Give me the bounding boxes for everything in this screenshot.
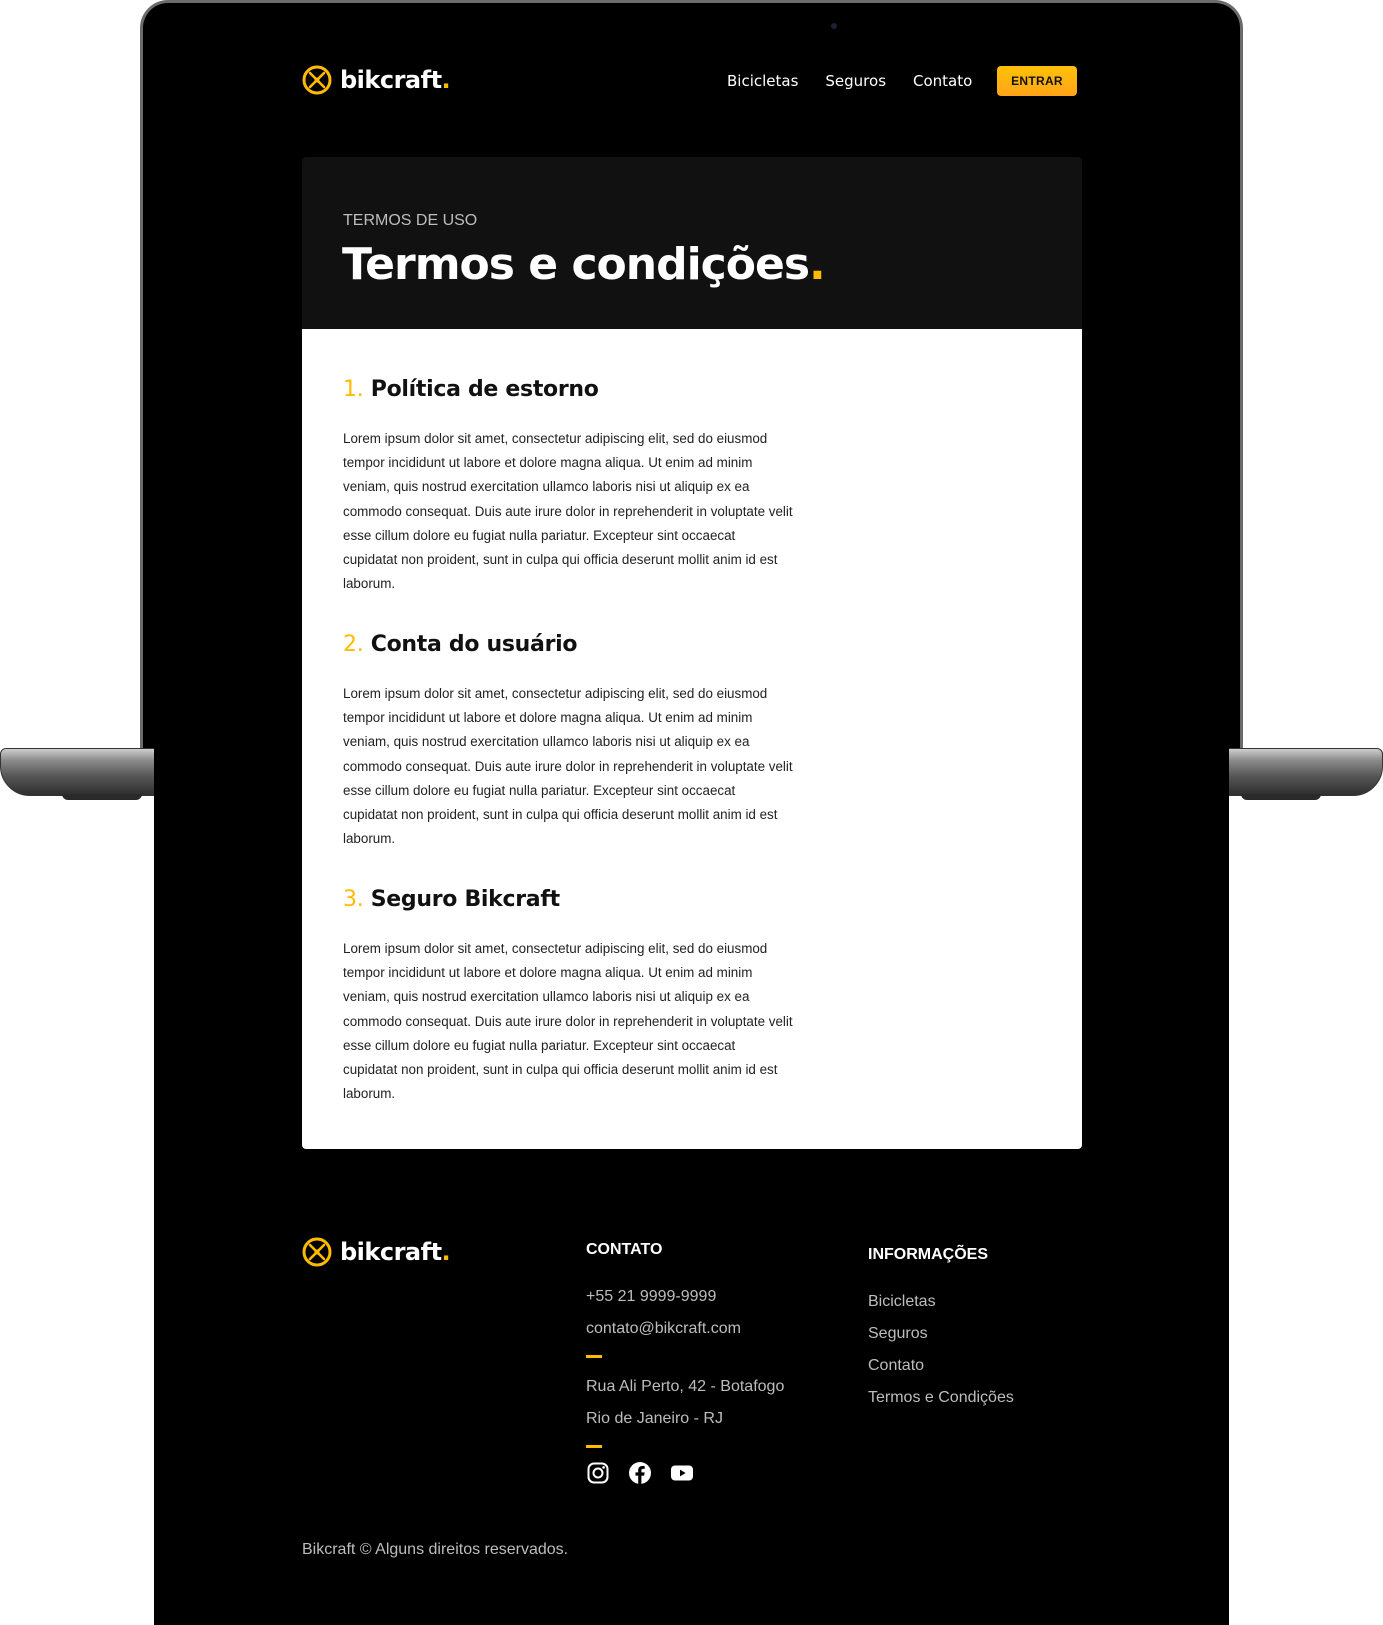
nav-link-seguros[interactable]: Seguros xyxy=(825,72,886,90)
section-body: Lorem ipsum dolor sit amet, consectetur … xyxy=(343,941,793,1102)
website-screen: bikcraft. Bicicletas Seguros Contato ENT… xyxy=(154,40,1229,1625)
footer-link-termos[interactable]: Termos e Condições xyxy=(868,1382,1088,1414)
logo-wordmark: bikcraft. xyxy=(340,1238,451,1266)
info-heading: INFORMAÇÕES xyxy=(868,1246,988,1263)
section-number: 2. xyxy=(343,632,364,657)
address-line-2: Rio de Janeiro - RJ xyxy=(586,1410,723,1427)
camera-dot xyxy=(831,23,837,29)
bike-wheel-logo-icon xyxy=(302,65,332,95)
page-eyebrow: TERMOS DE USO xyxy=(343,212,478,229)
section-number: 3. xyxy=(343,887,364,912)
bike-wheel-logo-icon xyxy=(302,1237,332,1267)
accent-divider xyxy=(586,1445,602,1448)
enter-button[interactable]: ENTRAR xyxy=(997,66,1077,96)
instagram-link[interactable] xyxy=(586,1461,610,1485)
title-banner: TERMOS DE USO Termos e condições. xyxy=(302,157,1082,329)
facebook-link[interactable] xyxy=(628,1461,652,1485)
youtube-icon xyxy=(671,1465,693,1481)
facebook-icon xyxy=(629,1462,651,1484)
main-nav: Bicicletas Seguros Contato xyxy=(727,72,972,90)
section-heading: 1. Política de estorno xyxy=(343,377,599,402)
site-header: bikcraft. Bicicletas Seguros Contato ENT… xyxy=(302,65,1082,97)
laptop-base-right xyxy=(1223,748,1383,796)
nav-link-contato[interactable]: Contato xyxy=(913,72,972,90)
laptop-base-left xyxy=(0,748,160,796)
youtube-link[interactable] xyxy=(670,1461,694,1485)
section-body: Lorem ipsum dolor sit amet, consectetur … xyxy=(343,431,793,592)
footer-info-column: INFORMAÇÕES Bicicletas Seguros Contato T… xyxy=(868,1246,1088,1414)
footer-link-contato[interactable]: Contato xyxy=(868,1350,1088,1382)
terms-section: 2. Conta do usuário Lorem ipsum dolor si… xyxy=(343,632,803,851)
address-line-1: Rua Ali Perto, 42 - Botafogo xyxy=(586,1378,785,1395)
section-number: 1. xyxy=(343,377,364,402)
page-title: Termos e condições. xyxy=(342,239,826,290)
copyright-text: Bikcraft © Alguns direitos reservados. xyxy=(302,1541,569,1558)
logo-wordmark: bikcraft. xyxy=(340,66,451,94)
header-logo[interactable]: bikcraft. xyxy=(302,65,451,95)
terms-content: 1. Política de estorno Lorem ipsum dolor… xyxy=(302,329,1082,1149)
laptop-foot-right xyxy=(1241,794,1321,800)
nav-link-bicicletas[interactable]: Bicicletas xyxy=(727,72,798,90)
accent-divider xyxy=(586,1355,602,1358)
footer-contact-column: CONTATO +55 21 9999-9999 contato@bikcraf… xyxy=(586,1241,846,1485)
laptop-foot-left xyxy=(62,794,142,800)
social-links xyxy=(586,1461,846,1485)
section-heading: 2. Conta do usuário xyxy=(343,632,578,657)
contact-email[interactable]: contato@bikcraft.com xyxy=(586,1313,846,1345)
terms-section: 1. Política de estorno Lorem ipsum dolor… xyxy=(343,377,803,596)
instagram-icon xyxy=(587,1462,609,1484)
footer-link-bicicletas[interactable]: Bicicletas xyxy=(868,1286,1088,1318)
section-heading: 3. Seguro Bikcraft xyxy=(343,887,560,912)
terms-section: 3. Seguro Bikcraft Lorem ipsum dolor sit… xyxy=(343,887,803,1106)
footer-link-seguros[interactable]: Seguros xyxy=(868,1318,1088,1350)
footer-logo[interactable]: bikcraft. xyxy=(302,1237,451,1267)
contact-heading: CONTATO xyxy=(586,1241,663,1258)
section-body: Lorem ipsum dolor sit amet, consectetur … xyxy=(343,686,793,847)
contact-phone[interactable]: +55 21 9999-9999 xyxy=(586,1281,846,1313)
